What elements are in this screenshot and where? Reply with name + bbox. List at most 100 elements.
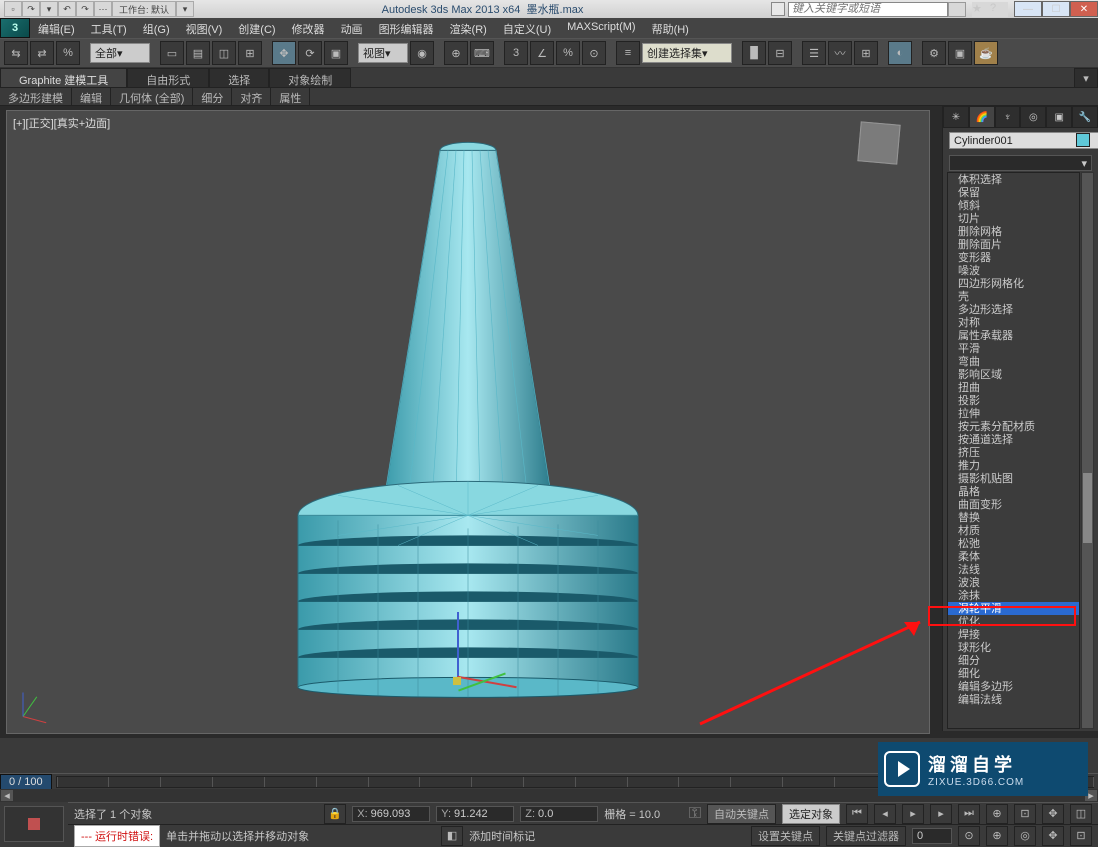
modifier-item[interactable]: 扭曲: [948, 381, 1079, 394]
coord-x[interactable]: X:969.093: [352, 806, 430, 822]
time-config[interactable]: ⊙: [958, 826, 980, 846]
menu-edit[interactable]: 编辑(E): [30, 18, 83, 38]
modifier-item[interactable]: 按通道选择: [948, 433, 1079, 446]
modifier-item[interactable]: 材质: [948, 524, 1079, 537]
key-icon[interactable]: ⚿: [689, 805, 701, 823]
modifier-item[interactable]: 切片: [948, 212, 1079, 225]
keyfilter-button[interactable]: 关键点过滤器: [826, 826, 906, 846]
move-gizmo[interactable]: [457, 681, 458, 682]
modifier-item[interactable]: 焊接: [948, 628, 1079, 641]
select-icon[interactable]: ▭: [160, 41, 184, 65]
search-input[interactable]: [788, 2, 948, 17]
modifier-item[interactable]: 编辑法线: [948, 693, 1079, 706]
selset-select[interactable]: 创建选择集 ▾: [642, 43, 732, 63]
tab-selection[interactable]: 选择: [209, 68, 269, 87]
link-icon[interactable]: ⇆: [4, 41, 28, 65]
modifier-list[interactable]: 体积选择保留倾斜切片删除网格删除面片变形器噪波四边形网格化壳多边形选择对称属性承…: [947, 172, 1080, 729]
tab-graphite[interactable]: Graphite 建模工具: [0, 68, 127, 87]
modifier-item[interactable]: 优化: [948, 615, 1079, 628]
modifier-item[interactable]: 涂抹: [948, 589, 1079, 602]
modifier-item[interactable]: 按元素分配材质: [948, 420, 1079, 433]
move-icon[interactable]: ✥: [272, 41, 296, 65]
modifier-item[interactable]: 噪波: [948, 264, 1079, 277]
minimize-button[interactable]: —: [1014, 1, 1042, 17]
nav-2[interactable]: ⊡: [1014, 804, 1036, 824]
modifier-item[interactable]: 法线: [948, 563, 1079, 576]
qab-redo[interactable]: ↷: [76, 1, 94, 17]
tab-create[interactable]: ✳: [943, 106, 969, 128]
menu-maxscript[interactable]: MAXScript(M): [559, 18, 643, 38]
modifier-item[interactable]: 保留: [948, 186, 1079, 199]
menu-create[interactable]: 创建(C): [230, 18, 283, 38]
object-color[interactable]: [1076, 133, 1090, 147]
keyboard-icon[interactable]: ⌨: [470, 41, 494, 65]
qab-save[interactable]: ▾: [40, 1, 58, 17]
qab-new[interactable]: ▫: [4, 1, 22, 17]
modifier-item[interactable]: 弯曲: [948, 355, 1079, 368]
qab-undo[interactable]: ↶: [58, 1, 76, 17]
nav-5[interactable]: ⊕: [986, 826, 1008, 846]
angle-snap-icon[interactable]: ∠: [530, 41, 554, 65]
modifier-item[interactable]: 挤压: [948, 446, 1079, 459]
play-next[interactable]: ▸: [930, 804, 952, 824]
close-button[interactable]: ✕: [1070, 1, 1098, 17]
nav-4[interactable]: ◫: [1070, 804, 1092, 824]
tab-utility[interactable]: 🔧: [1072, 106, 1098, 128]
rotate-icon[interactable]: ⟳: [298, 41, 322, 65]
modifier-dropdown[interactable]: ▾: [949, 155, 1092, 171]
modifier-item[interactable]: 四边形网格化: [948, 277, 1079, 290]
window-cross-icon[interactable]: ⊞: [238, 41, 262, 65]
modifier-item[interactable]: 松弛: [948, 537, 1079, 550]
model[interactable]: [278, 120, 658, 700]
modifier-item[interactable]: 编辑多边形: [948, 680, 1079, 693]
select-name-icon[interactable]: ▤: [186, 41, 210, 65]
modifier-item[interactable]: 多边形选择: [948, 303, 1079, 316]
layers-icon[interactable]: ☰: [802, 41, 826, 65]
modifier-item[interactable]: 变形器: [948, 251, 1079, 264]
menu-group[interactable]: 组(G): [135, 18, 178, 38]
modifier-item[interactable]: 波浪: [948, 576, 1079, 589]
menu-graph[interactable]: 图形编辑器: [371, 18, 442, 38]
refcoord-select[interactable]: 视图 ▾: [358, 43, 408, 63]
named-sel-icon[interactable]: ≡: [616, 41, 640, 65]
infocenter-icon[interactable]: [771, 2, 785, 16]
curve-editor-icon[interactable]: 〰: [828, 41, 852, 65]
modifier-item[interactable]: 平滑: [948, 342, 1079, 355]
modifier-item[interactable]: 属性承载器: [948, 329, 1079, 342]
render-icon[interactable]: ☕: [974, 41, 998, 65]
sub-poly[interactable]: 多边形建模: [0, 88, 72, 105]
percent-snap-icon[interactable]: %: [556, 41, 580, 65]
marker-icon[interactable]: ◧: [441, 826, 463, 846]
keymode-select[interactable]: 选定对象: [782, 804, 840, 824]
viewport[interactable]: [+][正交][真实+边面]: [6, 110, 930, 734]
nav-3[interactable]: ✥: [1042, 804, 1064, 824]
timeline-config[interactable]: [4, 806, 64, 842]
modifier-item[interactable]: 曲面变形: [948, 498, 1079, 511]
scroll-left[interactable]: ◂: [0, 789, 14, 802]
qab-open[interactable]: ↷: [22, 1, 40, 17]
menu-tools[interactable]: 工具(T): [83, 18, 135, 38]
sub-prop[interactable]: 属性: [271, 88, 310, 105]
coord-y[interactable]: Y:91.242: [436, 806, 514, 822]
tab-hierarchy[interactable]: ♆: [995, 106, 1021, 128]
modifier-item[interactable]: 对称: [948, 316, 1079, 329]
qab-link[interactable]: ⋯: [94, 1, 112, 17]
bind-icon[interactable]: %: [56, 41, 80, 65]
play[interactable]: ▸: [902, 804, 924, 824]
sub-align[interactable]: 对齐: [232, 88, 271, 105]
modifier-item[interactable]: 倾斜: [948, 199, 1079, 212]
menu-render[interactable]: 渲染(R): [442, 18, 495, 38]
pivot-icon[interactable]: ◉: [410, 41, 434, 65]
manip-icon[interactable]: ⊕: [444, 41, 468, 65]
frame-field[interactable]: 0: [912, 828, 952, 844]
tab-paint[interactable]: 对象绘制: [269, 68, 351, 87]
modifier-item[interactable]: 推力: [948, 459, 1079, 472]
sub-edit[interactable]: 编辑: [72, 88, 111, 105]
search-btn[interactable]: [948, 2, 966, 17]
unlink-icon[interactable]: ⇄: [30, 41, 54, 65]
menu-modifiers[interactable]: 修改器: [284, 18, 333, 38]
autokey-button[interactable]: 自动关键点: [707, 804, 776, 824]
qab-workspace[interactable]: 工作台: 默认: [112, 1, 176, 17]
modifier-item[interactable]: 影响区域: [948, 368, 1079, 381]
snap-icon[interactable]: 3: [504, 41, 528, 65]
